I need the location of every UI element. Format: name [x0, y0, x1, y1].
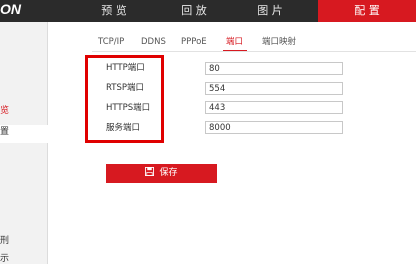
tab-divider	[92, 51, 416, 52]
tab-ddns[interactable]: DDNS	[141, 35, 166, 49]
nav-playback[interactable]: 回 放	[164, 0, 224, 22]
nav-picture[interactable]: 图 片	[240, 0, 300, 22]
rtsp-port-input[interactable]	[205, 82, 343, 95]
sidebar-item[interactable]: 置	[0, 127, 9, 137]
floppy-disk-icon	[145, 167, 155, 176]
sidebar-item[interactable]: 刑	[0, 236, 9, 246]
brand-logo: ON	[0, 1, 21, 17]
save-button[interactable]: 保存	[106, 164, 217, 183]
sidebar-item-active[interactable]: 览	[0, 106, 9, 116]
tab-port[interactable]: 端口	[226, 35, 243, 49]
http-port-input[interactable]	[205, 62, 343, 75]
tab-tcpip[interactable]: TCP/IP	[98, 35, 124, 49]
tab-port-mapping[interactable]: 端口映射	[262, 35, 296, 49]
http-port-label: HTTP端口	[106, 63, 145, 73]
https-port-input[interactable]	[205, 101, 343, 114]
rtsp-port-label: RTSP端口	[106, 83, 145, 93]
service-port-input[interactable]	[205, 121, 343, 134]
sidebar	[0, 22, 48, 264]
top-bar: ON 预 览 回 放 图 片 配 置	[0, 0, 416, 22]
tab-pppoe[interactable]: PPPoE	[181, 35, 207, 49]
nav-preview[interactable]: 预 览	[84, 0, 144, 22]
service-port-label: 服务端口	[106, 123, 141, 133]
sidebar-item[interactable]: 示	[0, 254, 9, 264]
https-port-label: HTTPS端口	[106, 103, 151, 113]
nav-config[interactable]: 配 置	[318, 0, 416, 22]
save-button-label: 保存	[159, 168, 178, 178]
